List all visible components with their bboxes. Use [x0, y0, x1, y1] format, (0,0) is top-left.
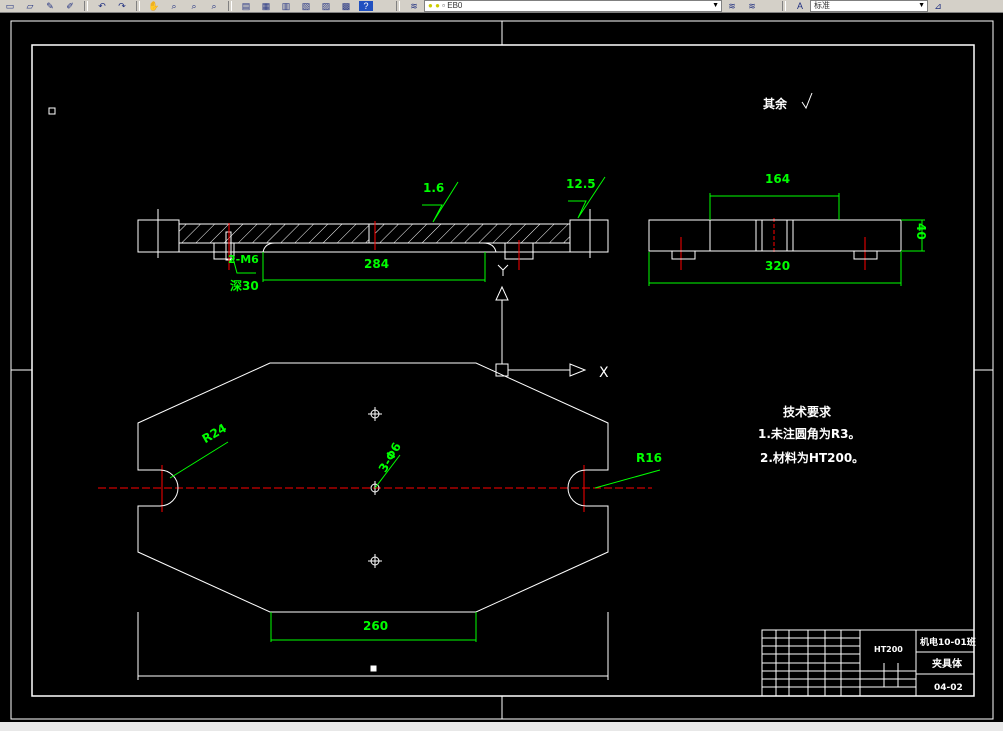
open-icon[interactable]: ▱: [23, 1, 37, 11]
lock-icon: ▫: [442, 1, 445, 10]
separator: [136, 1, 140, 11]
tech-requirement-item: 2.材料为HT200。: [760, 450, 864, 465]
ucs-x-label: X: [599, 365, 609, 381]
check-roughness-icon: [801, 92, 813, 110]
new-icon[interactable]: ▭: [3, 1, 17, 11]
layer-manager-icon[interactable]: ≋: [407, 1, 421, 11]
dimension-320: 320: [765, 259, 790, 273]
standard-toolbar: ▭ ▱ ✎ ✐ ↶ ↷ ✋ ⌕ ⌕ ⌕ ▤ ▦ ▥ ▧ ▨ ▩ ? ≋ ● ● …: [0, 0, 1003, 13]
tech-requirement-item: 1.未注圆角为R3。: [758, 426, 861, 441]
separator: [782, 1, 786, 11]
tech-requirements-title: 技术要求: [783, 404, 832, 419]
properties-icon[interactable]: ▤: [239, 1, 253, 11]
side-view: [648, 219, 902, 260]
dimension-40: 40: [914, 223, 928, 240]
separator: [228, 1, 232, 11]
roughness-label: 1.6: [423, 181, 444, 195]
calculator-icon[interactable]: ▩: [339, 1, 353, 11]
title-material: HT200: [874, 645, 903, 654]
layer-dropdown[interactable]: ● ● ▫ EB0 ▼: [424, 0, 722, 12]
ucs-icon: [495, 264, 587, 377]
separator: [396, 1, 400, 11]
text-style-name: 标准: [814, 1, 830, 10]
text-style-dropdown[interactable]: 标准 ▼: [810, 0, 928, 12]
grip-square[interactable]: [48, 107, 56, 115]
dimension-3-phi6: 3-Φ6: [376, 440, 404, 475]
zoom-realtime-icon[interactable]: ⌕: [167, 1, 181, 11]
dimension-r24: R24: [200, 421, 229, 446]
inner-frame: [31, 44, 975, 697]
hole: [368, 554, 382, 568]
thread-label: 2-M6: [228, 253, 259, 266]
pan-icon[interactable]: ✋: [147, 1, 161, 11]
chevron-down-icon: ▼: [918, 2, 925, 9]
edit-icon[interactable]: ✎: [43, 1, 57, 11]
roughness-label: 12.5: [566, 177, 596, 191]
zoom-window-icon[interactable]: ⌕: [187, 1, 201, 11]
help-icon[interactable]: ?: [359, 1, 373, 11]
match-prop-icon[interactable]: ✐: [63, 1, 77, 11]
depth-label: 深30: [230, 278, 259, 293]
outer-border: [10, 20, 994, 720]
status-strip: [0, 722, 1003, 731]
make-current-icon[interactable]: ≋: [745, 1, 759, 11]
text-style-icon[interactable]: A: [793, 1, 807, 11]
title-part-name: 夹具体: [932, 657, 963, 670]
dimension-r16: R16: [636, 451, 662, 465]
markup-icon[interactable]: ▨: [319, 1, 333, 11]
hole: [368, 407, 382, 421]
dimension-164: 164: [765, 172, 790, 186]
design-center-icon[interactable]: ▦: [259, 1, 273, 11]
title-class: 机电10-01班: [920, 636, 976, 648]
separator: [84, 1, 88, 11]
chevron-down-icon: ▼: [712, 2, 719, 9]
section-view: [137, 209, 609, 261]
tool-palette-icon[interactable]: ▥: [279, 1, 293, 11]
drawing-canvas[interactable]: 1.6 12.5 2-M6 深30 284 164 320 40 R24 R16…: [0, 13, 1003, 722]
sun-icon: ●: [435, 1, 440, 10]
redo-icon[interactable]: ↷: [115, 1, 129, 11]
grip-square[interactable]: [370, 665, 377, 672]
layer-name: EB0: [447, 1, 463, 10]
dimension-260: 260: [363, 619, 388, 633]
dim-style-icon[interactable]: ⊿: [931, 1, 945, 11]
sheetset-icon[interactable]: ▧: [299, 1, 313, 11]
zoom-previous-icon[interactable]: ⌕: [207, 1, 221, 11]
lightbulb-icon: ●: [428, 1, 433, 10]
title-drawing-no: 04-02: [934, 683, 963, 693]
layer-state-icon[interactable]: ≋: [725, 1, 739, 11]
surface-note: 其余: [763, 96, 788, 111]
undo-icon[interactable]: ↶: [95, 1, 109, 11]
dimension-284: 284: [364, 257, 389, 271]
